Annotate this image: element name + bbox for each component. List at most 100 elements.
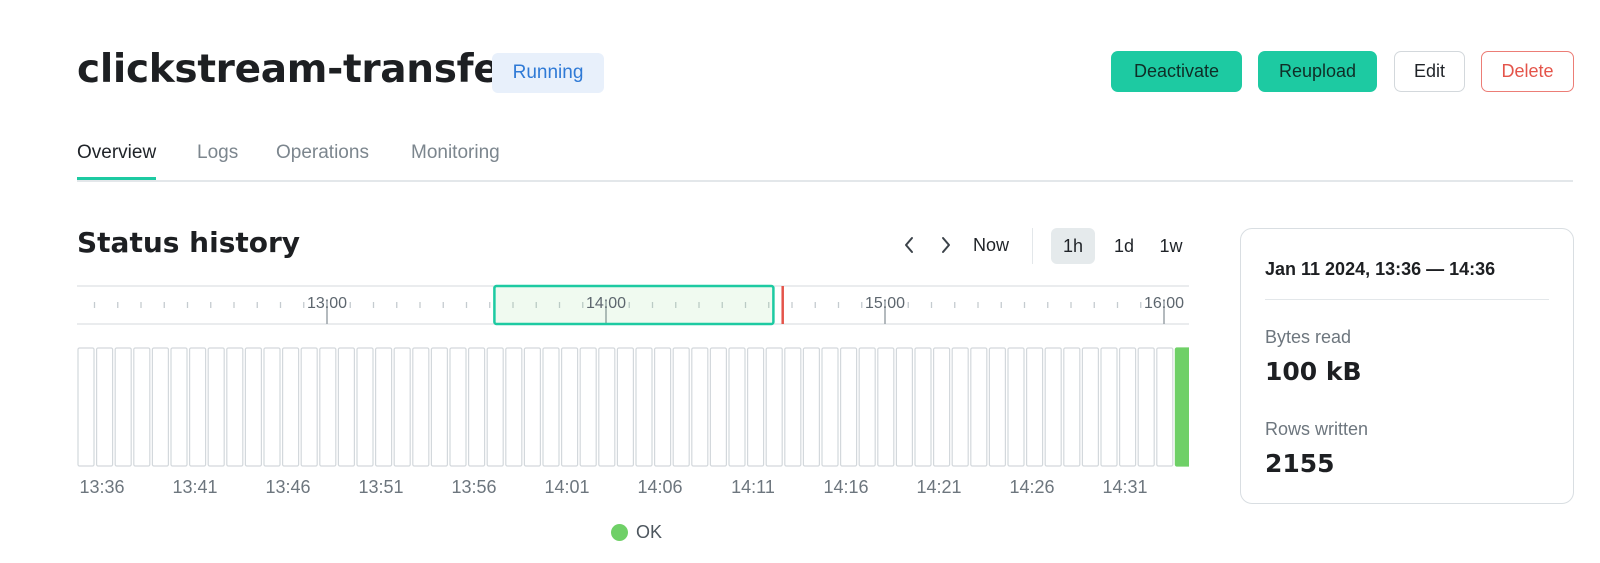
controls-divider [1032,228,1033,264]
time-label: 13:36 [79,477,125,497]
status-bar-empty [449,347,467,467]
status-bar-empty [709,347,728,467]
status-bar-empty [505,347,523,467]
status-bar-empty [412,347,430,467]
time-label: 13:41 [172,477,218,497]
timeline-scrubber[interactable]: 13:00 14:00 15:00 16:00 [77,284,1189,326]
rows-written-label: Rows written [1265,419,1369,439]
status-bar-empty [282,347,300,467]
delete-button[interactable]: Delete [1481,51,1574,92]
time-label: 13:56 [451,477,497,497]
status-bar-empty [1063,347,1081,467]
status-bar-empty [765,347,783,467]
status-bar-empty [263,347,281,467]
timeline-label: 16:00 [1143,295,1185,312]
status-bar-empty [114,347,132,467]
reupload-button[interactable]: Reupload [1258,51,1377,92]
status-bar-empty [988,347,1007,467]
time-label: 14:06 [637,477,683,497]
bytes-read-value: 100 kB [1265,357,1362,386]
status-bar-empty [672,347,690,467]
tab-overview[interactable]: Overview [77,142,157,180]
page-title: clickstream-transfer [77,47,519,92]
rows-written-value: 2155 [1265,449,1335,478]
status-bar-empty [616,347,635,467]
chevron-left-icon[interactable] [898,232,920,258]
status-bar-empty [653,347,672,467]
time-label: 13:46 [265,477,311,497]
timeline-ruler [77,284,1189,326]
status-bar-empty [486,347,504,467]
status-bar-empty [1081,347,1100,467]
timeline-label: 13:00 [306,295,348,312]
info-range: Jan 11 2024, 13:36 — 14:36 [1265,259,1496,279]
status-bar-empty [375,347,393,467]
status-bar-ok [1174,347,1189,467]
legend-ok-label: OK [636,522,663,542]
status-bar-empty [1100,347,1118,467]
status-bar-empty [393,347,411,467]
deactivate-button[interactable]: Deactivate [1111,51,1242,92]
status-bar-empty [858,347,876,467]
status-bar-empty [951,347,969,467]
status-bar-empty [319,347,337,467]
status-bar-empty [356,347,374,467]
status-bar-empty [207,347,225,467]
status-bar-empty [579,347,597,467]
status-bar-empty [523,347,541,467]
status-bar-empty [468,347,486,467]
status-bar-empty [1118,347,1137,467]
timeline-label: 15:00 [864,295,906,312]
status-bar-empty [728,347,746,467]
range-1w-button[interactable]: 1w [1153,228,1189,264]
status-bar-empty [133,347,151,467]
chevron-right-icon[interactable] [935,232,957,258]
section-title: Status history [77,226,301,259]
legend: OK [611,522,662,543]
status-bar-empty [561,347,579,467]
range-1h-button[interactable]: 1h [1051,228,1095,264]
tab-operations[interactable]: Operations [276,142,369,178]
status-badge: Running [492,53,604,93]
status-bar-empty [337,347,355,467]
tab-logs[interactable]: Logs [197,142,238,178]
status-bar-empty [1137,347,1155,467]
status-bar-empty [188,347,207,467]
status-bar-empty [300,347,318,467]
range-1d-button[interactable]: 1d [1107,228,1141,264]
status-bar-empty [430,347,448,467]
now-button[interactable]: Now [973,235,1009,256]
time-label: 14:01 [544,477,590,497]
time-label: 14:21 [916,477,962,497]
time-label: 13:51 [358,477,404,497]
status-bar-empty [932,347,951,467]
status-bar-empty [839,347,858,467]
status-bar-empty [1025,347,1044,467]
status-bar-empty [784,347,802,467]
status-bar-empty [691,347,709,467]
status-bar-empty [244,347,262,467]
status-bar-empty [746,347,765,467]
time-label: 14:11 [731,477,775,497]
status-bar-empty [226,347,244,467]
timeline-label: 14:00 [585,295,627,312]
tab-monitoring[interactable]: Monitoring [411,142,500,178]
status-bar-empty [77,347,95,467]
status-bar-empty [170,347,188,467]
info-divider [1265,299,1549,300]
time-label: 14:26 [1009,477,1055,497]
status-bar-empty [96,347,114,467]
status-bar-empty [802,347,821,467]
status-bars [77,347,1189,467]
time-label: 14:31 [1102,477,1148,497]
status-bar-empty [1156,347,1174,467]
edit-button[interactable]: Edit [1394,51,1465,92]
status-bar-empty [821,347,839,467]
info-card: Jan 11 2024, 13:36 — 14:36 Bytes read 10… [1240,228,1574,504]
status-bar-empty [542,347,560,467]
tab-bar: Overview Logs Operations Monitoring [77,140,1573,182]
time-label: 14:16 [823,477,869,497]
status-bar-empty [1044,347,1062,467]
status-bar-empty [1007,347,1025,467]
status-bar-empty [151,347,170,467]
